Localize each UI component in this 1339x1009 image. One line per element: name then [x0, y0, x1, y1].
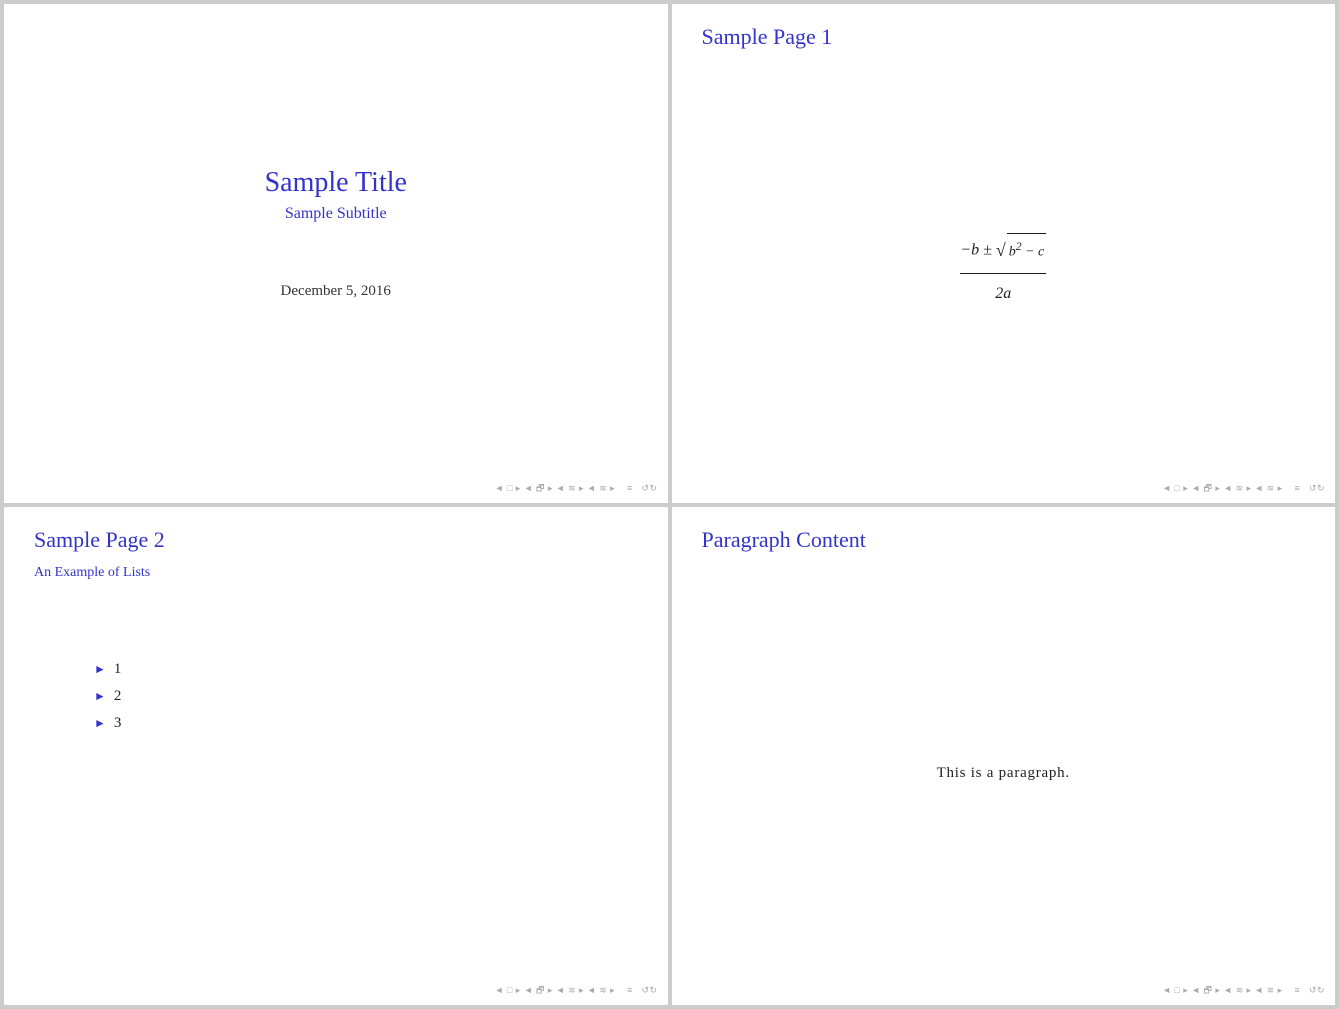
list-item: ► 2 — [94, 688, 638, 705]
slide-3: Sample Page 2 An Example of Lists ► 1 ► … — [4, 507, 668, 1006]
nav-bar-4: ◄ □ ▸ ◄ 🗗 ▸ ◄ ≋ ▸ ◄ ≋ ▸ ≡ ↺↻ — [1162, 983, 1325, 999]
list-bullet-2: ► — [94, 689, 106, 704]
sqrt-symbol: √b2 − c — [996, 231, 1046, 271]
list-item-label-3: 3 — [114, 715, 122, 732]
list-item: ► 1 — [94, 661, 638, 678]
page-3-title: Sample Page 2 — [34, 527, 638, 553]
paragraph-text: This is a paragraph. — [937, 765, 1070, 782]
numerator: −b ± √b2 − c — [960, 231, 1046, 274]
nav-bar-2: ◄ □ ▸ ◄ 🗗 ▸ ◄ ≋ ▸ ◄ ≋ ▸ ≡ ↺↻ — [1162, 481, 1325, 497]
page-3-subtitle: An Example of Lists — [34, 565, 638, 581]
list-item-label-2: 2 — [114, 688, 122, 705]
nav-bar-1: ◄ □ ▸ ◄ 🗗 ▸ ◄ ≋ ▸ ◄ ≋ ▸ ≡ ↺↻ — [495, 481, 658, 497]
paragraph-area: This is a paragraph. — [702, 563, 1306, 986]
page-4-title: Paragraph Content — [702, 527, 1306, 553]
math-area: −b ± √b2 − c 2a — [702, 60, 1306, 483]
nav-bar-3: ◄ □ ▸ ◄ 🗗 ▸ ◄ ≋ ▸ ◄ ≋ ▸ ≡ ↺↻ — [495, 983, 658, 999]
main-subtitle: Sample Subtitle — [265, 205, 407, 223]
page-2-title: Sample Page 1 — [702, 24, 1306, 50]
list-bullet-3: ► — [94, 716, 106, 731]
sqrt-content: b2 − c — [1007, 233, 1047, 268]
list-bullet-1: ► — [94, 662, 106, 677]
title-block: Sample Title Sample Subtitle December 5,… — [265, 167, 407, 300]
slide-1: Sample Title Sample Subtitle December 5,… — [4, 4, 668, 503]
list-item-label-1: 1 — [114, 661, 122, 678]
quadratic-formula: −b ± √b2 − c 2a — [960, 231, 1046, 311]
main-title: Sample Title — [265, 167, 407, 199]
list-item: ► 3 — [94, 715, 638, 732]
fraction: −b ± √b2 − c 2a — [960, 231, 1046, 311]
slide-4: Paragraph Content This is a paragraph. ◄… — [672, 507, 1336, 1006]
denominator: 2a — [960, 274, 1046, 311]
slide-date: December 5, 2016 — [265, 283, 407, 300]
slide-2: Sample Page 1 −b ± √b2 − c 2a ◄ □ ▸ ◄ 🗗 … — [672, 4, 1336, 503]
slide-list: ► 1 ► 2 ► 3 — [94, 661, 638, 742]
